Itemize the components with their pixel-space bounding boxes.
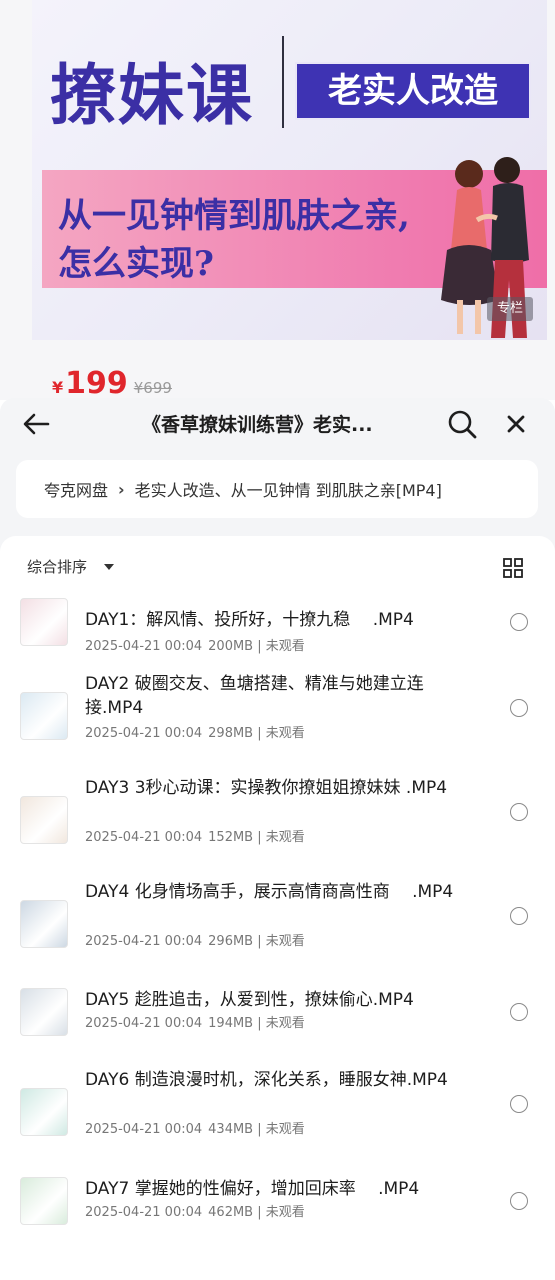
banner-subtitle-line2: 怎么实现? bbox=[58, 244, 214, 284]
watch-status: 未观看 bbox=[265, 934, 305, 949]
file-date: 2025-04-21 00:04 bbox=[85, 1205, 203, 1220]
breadcrumb-root[interactable]: 夸克网盘 bbox=[44, 477, 108, 501]
watch-status: 未观看 bbox=[265, 726, 305, 741]
meta-separator: | bbox=[253, 1205, 266, 1220]
file-row[interactable]: DAY4 化身情场高手，展示高情商高性商 .MP4 2025-04-21 00:0… bbox=[0, 882, 555, 988]
price-original: ¥699 bbox=[133, 379, 172, 397]
breadcrumb-current: 老实人改造、从一见钟情 到肌肤之亲[MP4] bbox=[134, 481, 442, 500]
banner-tag: 老实人改造 bbox=[295, 62, 531, 120]
file-date: 2025-04-21 00:04 bbox=[85, 934, 203, 949]
file-date: 2025-04-21 00:04 bbox=[85, 830, 203, 845]
file-date: 2025-04-21 00:04 bbox=[85, 726, 203, 741]
file-date: 2025-04-21 00:04 bbox=[85, 1122, 203, 1137]
price-current: 199 bbox=[65, 366, 128, 400]
select-radio[interactable] bbox=[510, 1192, 528, 1210]
watch-status: 未观看 bbox=[265, 830, 305, 845]
select-radio[interactable] bbox=[510, 1095, 528, 1113]
video-thumbnail bbox=[20, 988, 68, 1036]
banner-divider bbox=[282, 36, 284, 128]
watch-status: 未观看 bbox=[265, 1016, 305, 1031]
page-title: 《香草撩妹训练营》老实... bbox=[142, 414, 373, 436]
video-thumbnail bbox=[20, 1177, 68, 1225]
meta-separator: | bbox=[253, 830, 266, 845]
file-date: 2025-04-21 00:04 bbox=[85, 639, 203, 654]
select-radio[interactable] bbox=[510, 613, 528, 631]
file-meta: 2025-04-21 00:04 298MB | 未观看 bbox=[85, 722, 305, 741]
file-size: 194MB bbox=[208, 1016, 254, 1031]
banner-subtitle-line1: 从一见钟情到肌肤之亲, bbox=[58, 196, 410, 236]
breadcrumb: 夸克网盘 › 老实人改造、从一见钟情 到肌肤之亲[MP4] bbox=[16, 460, 538, 518]
column-badge: 专栏 bbox=[487, 297, 533, 321]
select-radio[interactable] bbox=[510, 1003, 528, 1021]
watch-status: 未观看 bbox=[265, 1122, 305, 1137]
video-thumbnail bbox=[20, 796, 68, 844]
file-date: 2025-04-21 00:04 bbox=[85, 1016, 203, 1031]
meta-separator: | bbox=[253, 726, 266, 741]
video-thumbnail bbox=[20, 900, 68, 948]
file-name[interactable]: DAY5 趁胜追击，从爱到性，撩妹偷心.MP4 bbox=[85, 988, 480, 1012]
select-radio[interactable] bbox=[510, 699, 528, 717]
sort-toolbar: 综合排序 bbox=[0, 536, 555, 598]
file-meta: 2025-04-21 00:04 434MB | 未观看 bbox=[85, 1118, 305, 1137]
file-list-panel: 综合排序 DAY1：解风情、投所好，十撩九稳 .MP4 2025-04-21 00… bbox=[0, 536, 555, 1280]
file-name[interactable]: DAY7 掌握她的性偏好，增加回床率 .MP4 bbox=[85, 1177, 480, 1201]
file-meta: 2025-04-21 00:04 200MB | 未观看 bbox=[85, 635, 305, 654]
meta-separator: | bbox=[253, 639, 266, 654]
caret-down-icon[interactable] bbox=[104, 564, 114, 570]
file-name[interactable]: DAY1：解风情、投所好，十撩九稳 .MP4 bbox=[85, 608, 480, 632]
video-thumbnail bbox=[20, 1088, 68, 1136]
file-name[interactable]: DAY6 制造浪漫时机，深化关系，睡服女神.MP4 bbox=[85, 1068, 480, 1092]
file-row[interactable]: DAY3 3秒心动课：实操教你撩姐姐撩妹妹 .MP4 2025-04-21 00:… bbox=[0, 778, 555, 884]
back-arrow-icon[interactable] bbox=[18, 406, 54, 442]
meta-separator: | bbox=[253, 934, 266, 949]
file-size: 298MB bbox=[208, 726, 254, 741]
banner-title: 撩妹课 bbox=[50, 56, 254, 134]
meta-separator: | bbox=[253, 1122, 266, 1137]
course-banner: 撩妹课 老实人改造 从一见钟情到肌肤之亲, 怎么实现? 专栏 bbox=[32, 0, 547, 340]
file-name[interactable]: DAY4 化身情场高手，展示高情商高性商 .MP4 bbox=[85, 880, 480, 904]
price-currency: ¥ bbox=[52, 378, 64, 397]
file-row[interactable]: DAY6 制造浪漫时机，深化关系，睡服女神.MP4 2025-04-21 00:0… bbox=[0, 1070, 555, 1176]
price-row: ¥ 199 ¥699 bbox=[52, 366, 172, 400]
file-size: 296MB bbox=[208, 934, 254, 949]
search-icon[interactable] bbox=[444, 406, 480, 442]
file-name[interactable]: DAY2 破圈交友、鱼塘搭建、精准与她建立连接.MP4 bbox=[85, 672, 480, 720]
course-promo: 撩妹课 老实人改造 从一见钟情到肌肤之亲, 怎么实现? 专栏 ¥ 199 ¥69… bbox=[0, 0, 555, 400]
video-thumbnail bbox=[20, 598, 68, 646]
video-thumbnail bbox=[20, 692, 68, 740]
file-size: 152MB bbox=[208, 830, 254, 845]
file-meta: 2025-04-21 00:04 462MB | 未观看 bbox=[85, 1201, 305, 1220]
close-icon[interactable] bbox=[498, 406, 534, 442]
breadcrumb-separator: › bbox=[118, 479, 125, 499]
sort-dropdown[interactable]: 综合排序 bbox=[27, 556, 87, 577]
file-size: 200MB bbox=[208, 639, 254, 654]
watch-status: 未观看 bbox=[265, 1205, 305, 1220]
file-name[interactable]: DAY3 3秒心动课：实操教你撩姐姐撩妹妹 .MP4 bbox=[85, 776, 480, 800]
select-radio[interactable] bbox=[510, 803, 528, 821]
top-nav-bar: 《香草撩妹训练营》老实... bbox=[0, 398, 555, 450]
select-radio[interactable] bbox=[510, 907, 528, 925]
grid-view-icon[interactable] bbox=[503, 558, 523, 578]
file-size: 462MB bbox=[208, 1205, 254, 1220]
file-size: 434MB bbox=[208, 1122, 254, 1137]
file-meta: 2025-04-21 00:04 194MB | 未观看 bbox=[85, 1012, 305, 1031]
meta-separator: | bbox=[253, 1016, 266, 1031]
file-row[interactable]: DAY7 掌握她的性偏好，增加回床率 .MP4 2025-04-21 00:04 4… bbox=[0, 1177, 555, 1280]
file-row[interactable]: DAY2 破圈交友、鱼塘搭建、精准与她建立连接.MP4 2025-04-21 00… bbox=[0, 674, 555, 780]
cloud-drive-sheet: 《香草撩妹训练营》老实... 夸克网盘 › 老实人改造、从一见钟情 到肌肤之亲[… bbox=[0, 398, 555, 1280]
watch-status: 未观看 bbox=[265, 639, 305, 654]
file-meta: 2025-04-21 00:04 296MB | 未观看 bbox=[85, 930, 305, 949]
file-meta: 2025-04-21 00:04 152MB | 未观看 bbox=[85, 826, 305, 845]
